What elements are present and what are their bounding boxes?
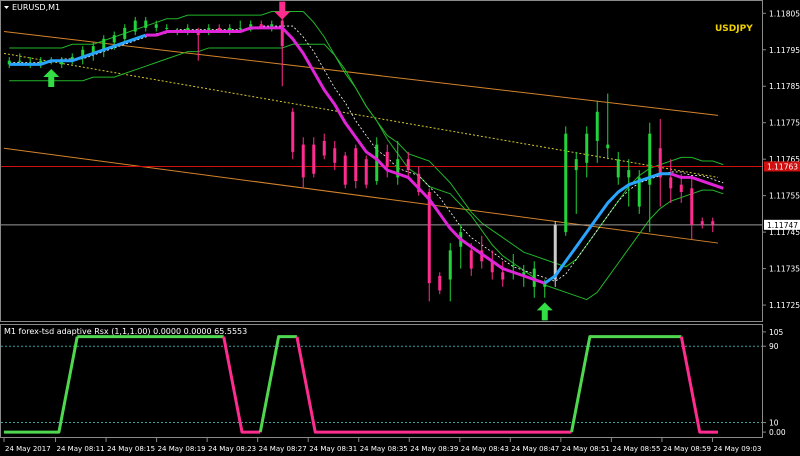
candle-body — [511, 264, 515, 266]
arrow-down-icon — [274, 1, 291, 20]
price-tick-label: 1.11735 — [769, 265, 800, 274]
time-tick-label: 24 May 08:55 — [612, 445, 660, 453]
time-tick-label: 24 May 08:31 — [309, 445, 357, 453]
candle-body — [606, 144, 610, 149]
time-tick-label: 24 May 08:23 — [208, 445, 256, 453]
candle-body — [574, 159, 578, 171]
price-tick-label: 1.11785 — [769, 82, 800, 91]
price-tag-label: 1.11763 — [767, 162, 798, 171]
candle-body — [133, 20, 137, 32]
candle-body — [679, 184, 683, 192]
candle-body — [690, 188, 694, 225]
rsx-segment-down — [295, 336, 572, 434]
candle-body — [406, 159, 410, 171]
indicator-pane-title: M1 forex-tsd adaptive Rsx (1,1,1.00) 0.0… — [4, 327, 247, 336]
rsx-segment-down — [222, 336, 261, 434]
candle-body — [322, 140, 326, 156]
rsx-segment-down — [679, 336, 718, 434]
time-tick-label: 24 May 08:15 — [107, 445, 155, 453]
green-band-upper — [9, 10, 724, 268]
rsx-axis: 105 90 100.00 — [762, 328, 786, 437]
price-axis: 1.118051.117951.117851.117751.117651.117… — [762, 9, 800, 310]
candle-body — [123, 27, 127, 39]
price-tick-label: 1.11795 — [769, 46, 800, 55]
rsx-segment-up — [258, 335, 297, 433]
symbol-label: USDJPY — [715, 24, 753, 34]
candle-body — [564, 133, 568, 233]
envelope-lines — [3, 10, 724, 301]
candlesticks — [7, 16, 715, 302]
candle-body — [385, 151, 389, 167]
rsx-tick-label: 90 — [769, 342, 779, 351]
main-pane-title: EURUSD,M1 — [12, 3, 60, 12]
candle-body — [312, 144, 316, 174]
candle-body — [627, 170, 631, 178]
candle-body — [18, 60, 22, 62]
price-tick-label: 1.11805 — [769, 9, 800, 18]
arrow-up-icon — [536, 302, 553, 321]
candle-body — [364, 159, 368, 185]
chart-menu-triangle-icon[interactable] — [4, 6, 9, 9]
candle-body — [616, 159, 620, 178]
candle-body — [553, 224, 557, 280]
time-tick-label: 24 May 08:11 — [57, 445, 105, 453]
time-tick-label: 24 May 08:27 — [259, 445, 307, 453]
candle-body — [711, 221, 715, 225]
candle-body — [165, 27, 169, 29]
time-tick-label: 24 May 08:59 — [663, 445, 711, 453]
candle-body — [343, 155, 347, 185]
candle-body — [427, 192, 431, 284]
price-tick-label: 1.11725 — [769, 301, 800, 310]
candle-body — [154, 24, 158, 28]
candle-body — [375, 144, 379, 182]
time-tick-label: 24 May 2017 — [5, 445, 51, 453]
main-pane-frame — [0, 0, 763, 322]
time-tick-label: 24 May 08:39 — [410, 445, 458, 453]
time-tick-label: 24 May 08:43 — [461, 445, 509, 453]
candle-body — [469, 250, 473, 269]
time-axis: 24 May 2017 24 May 08:11 24 May 08:15 24 Ma… — [3, 438, 761, 453]
candle-body — [669, 177, 673, 189]
candle-body — [301, 144, 305, 178]
lower-band-line — [3, 147, 719, 244]
trading-chart[interactable]: 1.118051.117951.117851.117751.117651.117… — [0, 0, 800, 456]
price-horizontal-lines — [1, 165, 762, 226]
rsx-tick-label: 105 — [769, 328, 784, 337]
candle-body — [438, 275, 442, 291]
price-tag-label: 1.11747 — [767, 221, 798, 230]
ma-segment-up — [9, 33, 147, 66]
time-tick-label: 24 May 08:19 — [158, 445, 206, 453]
candle-body — [501, 272, 505, 280]
candle-body — [112, 35, 116, 43]
candle-body — [595, 111, 599, 141]
upper-band-line — [3, 31, 719, 116]
middle-dotted-line — [3, 52, 719, 178]
time-tick-label: 24 May 08:35 — [360, 445, 408, 453]
candle-body — [585, 133, 589, 163]
arrow-up-icon — [43, 68, 60, 87]
price-tick-label: 1.11775 — [769, 119, 800, 128]
candle-body — [291, 111, 295, 152]
rsx-tick-label: 0.00 — [769, 428, 786, 437]
signal-arrows — [43, 1, 553, 321]
time-tick-label: 24 May 09:03 — [713, 445, 761, 453]
candle-body — [144, 20, 148, 28]
rsx-tick-label: 10 — [769, 419, 779, 428]
candle-body — [333, 148, 337, 163]
price-tick-label: 1.11755 — [769, 192, 800, 201]
rsx-segment-up — [4, 336, 79, 434]
candle-body — [448, 250, 452, 280]
time-tick-label: 24 May 08:51 — [562, 445, 610, 453]
time-tick-label: 24 May 08:47 — [511, 445, 559, 453]
candle-body — [700, 221, 704, 225]
indicator-pane-frame — [0, 324, 763, 438]
rsx-indicator-line — [1, 335, 762, 434]
candle-body — [280, 20, 284, 47]
candle-body — [238, 27, 242, 29]
rsx-segment-up — [570, 335, 682, 433]
candle-body — [354, 148, 358, 182]
